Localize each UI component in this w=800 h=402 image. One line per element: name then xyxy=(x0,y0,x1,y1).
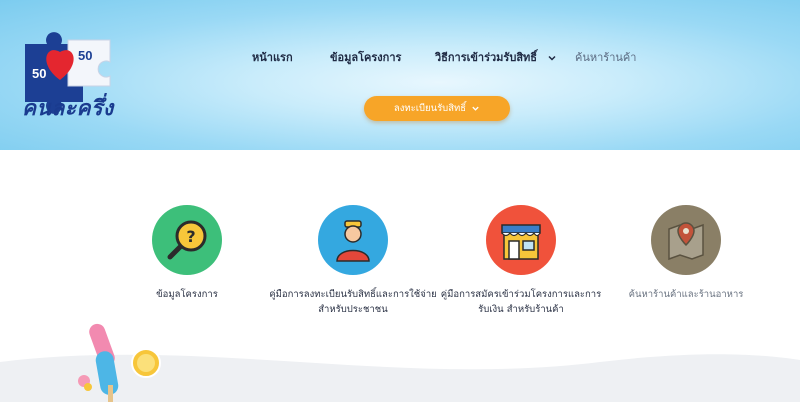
search-question-icon: ? xyxy=(152,205,222,275)
feature-label: คู่มือการสมัครเข้าร่วมโครงการและการรับเง… xyxy=(440,289,602,315)
feature-label: ข้อมูลโครงการ xyxy=(156,289,218,300)
svg-text:50: 50 xyxy=(32,66,46,81)
chevron-down-icon xyxy=(472,106,479,111)
shop-icon xyxy=(486,205,556,275)
nav-how-to-join[interactable]: วิธีการเข้าร่วมรับสิทธิ์ xyxy=(435,48,557,68)
register-button-label: ลงทะเบียนรับสิทธิ์ xyxy=(393,103,467,114)
chevron-down-icon xyxy=(548,55,556,61)
feature-shop-guide[interactable]: คู่มือการสมัครเข้าร่วมโครงการและการรับเง… xyxy=(436,205,606,317)
feature-list: ? ข้อมูลโครงการ คู่มือการลงทะเบียนรับสิท… xyxy=(0,205,800,325)
map-pin-icon xyxy=(651,205,721,275)
svg-text:?: ? xyxy=(186,227,195,246)
feature-find-shop[interactable]: ค้นหาร้านค้าและร้านอาหาร xyxy=(601,205,771,302)
main-nav: หน้าแรก ข้อมูลโครงการ วิธีการเข้าร่วมรับ… xyxy=(0,48,800,68)
ice-cream-decoration xyxy=(78,323,161,402)
feature-project-info[interactable]: ? ข้อมูลโครงการ xyxy=(102,205,272,302)
nav-how-to-join-label: วิธีการเข้าร่วมรับสิทธิ์ xyxy=(435,51,537,64)
header: 50 50 คนละครึ่ง หน้าแรก ข้อมูลโครงการ วิ… xyxy=(0,0,800,150)
feature-label: คู่มือการลงทะเบียนรับสิทธิ์และการใช้จ่าย… xyxy=(269,289,437,315)
person-icon xyxy=(318,205,388,275)
nav-home[interactable]: หน้าแรก xyxy=(252,48,293,68)
nav-find-shop[interactable]: ค้นหาร้านค้า xyxy=(575,48,636,68)
feature-label: ค้นหาร้านค้าและร้านอาหาร xyxy=(628,289,744,300)
register-button[interactable]: ลงทะเบียนรับสิทธิ์ xyxy=(364,96,510,121)
brand-name: คนละครึ่ง xyxy=(22,96,114,120)
nav-project-info[interactable]: ข้อมูลโครงการ xyxy=(330,48,401,68)
feature-citizen-guide[interactable]: คู่มือการลงทะเบียนรับสิทธิ์และการใช้จ่าย… xyxy=(268,205,438,317)
